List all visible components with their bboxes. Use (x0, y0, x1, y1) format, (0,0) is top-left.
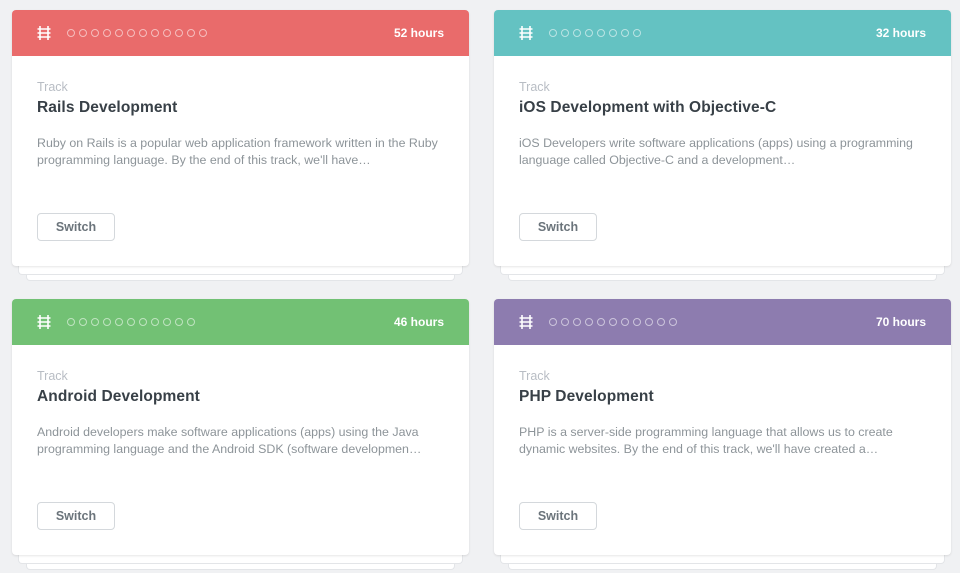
progress-dot (561, 318, 569, 326)
card-header: 46 hours (12, 299, 469, 345)
track-rail-icon (518, 313, 536, 331)
progress-dot (573, 318, 581, 326)
track-card-body: 52 hours Track Rails Development Ruby on… (12, 10, 469, 266)
progress-dot (597, 318, 605, 326)
progress-dot (633, 29, 641, 37)
progress-dot (139, 318, 147, 326)
progress-dot (645, 318, 653, 326)
card-kicker: Track (37, 80, 68, 94)
progress-dot (79, 29, 87, 37)
progress-dot (585, 318, 593, 326)
progress-dot (187, 318, 195, 326)
track-title[interactable]: Rails Development (37, 99, 444, 117)
progress-dot (103, 318, 111, 326)
card-header: 52 hours (12, 10, 469, 56)
track-hours: 32 hours (875, 26, 926, 40)
track-card-body: 46 hours Track Android Development Andro… (12, 299, 469, 555)
progress-dot (573, 29, 581, 37)
track-hours: 70 hours (875, 315, 926, 329)
progress-dots (67, 318, 195, 326)
progress-dot (127, 318, 135, 326)
card-header: 70 hours (494, 299, 951, 345)
switch-button[interactable]: Switch (519, 213, 597, 241)
switch-button[interactable]: Switch (37, 502, 115, 530)
track-rail-icon (36, 313, 54, 331)
card-kicker: Track (37, 369, 68, 383)
progress-dot (115, 29, 123, 37)
track-card: 52 hours Track Rails Development Ruby on… (12, 10, 469, 281)
progress-dot (91, 318, 99, 326)
track-hours: 52 hours (393, 26, 444, 40)
progress-dot (657, 318, 665, 326)
card-stack-shadow (18, 266, 463, 275)
progress-dot (621, 29, 629, 37)
track-description: iOS Developers write software applicatio… (519, 136, 913, 167)
progress-dot (561, 29, 569, 37)
progress-dot (115, 318, 123, 326)
progress-dot (609, 318, 617, 326)
progress-dot (633, 318, 641, 326)
card-content: Track iOS Development with Objective-C i… (494, 56, 951, 169)
progress-dot (669, 318, 677, 326)
progress-dot (187, 29, 195, 37)
card-kicker: Track (519, 80, 550, 94)
progress-dot (609, 29, 617, 37)
progress-dot (549, 318, 557, 326)
card-header: 32 hours (494, 10, 951, 56)
progress-dots (549, 29, 641, 37)
progress-dot (199, 29, 207, 37)
card-content: Track Rails Development Ruby on Rails is… (12, 56, 469, 169)
progress-dot (91, 29, 99, 37)
track-rail-icon (36, 24, 54, 42)
progress-dot (67, 318, 75, 326)
progress-dot (163, 29, 171, 37)
track-card-body: 70 hours Track PHP Development PHP is a … (494, 299, 951, 555)
progress-dot (621, 318, 629, 326)
progress-dot (67, 29, 75, 37)
track-card: 46 hours Track Android Development Andro… (12, 299, 469, 570)
track-card-body: 32 hours Track iOS Development with Obje… (494, 10, 951, 266)
track-card: 32 hours Track iOS Development with Obje… (494, 10, 951, 281)
card-content: Track PHP Development PHP is a server-si… (494, 345, 951, 458)
track-description: PHP is a server-side programming languag… (519, 425, 893, 456)
progress-dot (127, 29, 135, 37)
progress-dot (151, 29, 159, 37)
card-kicker: Track (519, 369, 550, 383)
card-stack-shadow (18, 555, 463, 564)
progress-dot (585, 29, 593, 37)
track-description: Android developers make software applica… (37, 425, 422, 456)
progress-dot (151, 318, 159, 326)
progress-dot (175, 318, 183, 326)
progress-dot (79, 318, 87, 326)
card-stack-shadow (500, 555, 945, 564)
progress-dot (139, 29, 147, 37)
card-content: Track Android Development Android develo… (12, 345, 469, 458)
track-hours: 46 hours (393, 315, 444, 329)
switch-button[interactable]: Switch (37, 213, 115, 241)
progress-dots (549, 318, 677, 326)
track-rail-icon (518, 24, 536, 42)
progress-dot (103, 29, 111, 37)
switch-button[interactable]: Switch (519, 502, 597, 530)
card-stack-shadow (500, 266, 945, 275)
progress-dot (549, 29, 557, 37)
progress-dot (597, 29, 605, 37)
track-card: 70 hours Track PHP Development PHP is a … (494, 299, 951, 570)
progress-dot (163, 318, 171, 326)
progress-dot (175, 29, 183, 37)
track-description: Ruby on Rails is a popular web applicati… (37, 136, 438, 167)
track-title[interactable]: PHP Development (519, 388, 926, 406)
track-title[interactable]: iOS Development with Objective-C (519, 99, 926, 117)
progress-dots (67, 29, 207, 37)
track-title[interactable]: Android Development (37, 388, 444, 406)
